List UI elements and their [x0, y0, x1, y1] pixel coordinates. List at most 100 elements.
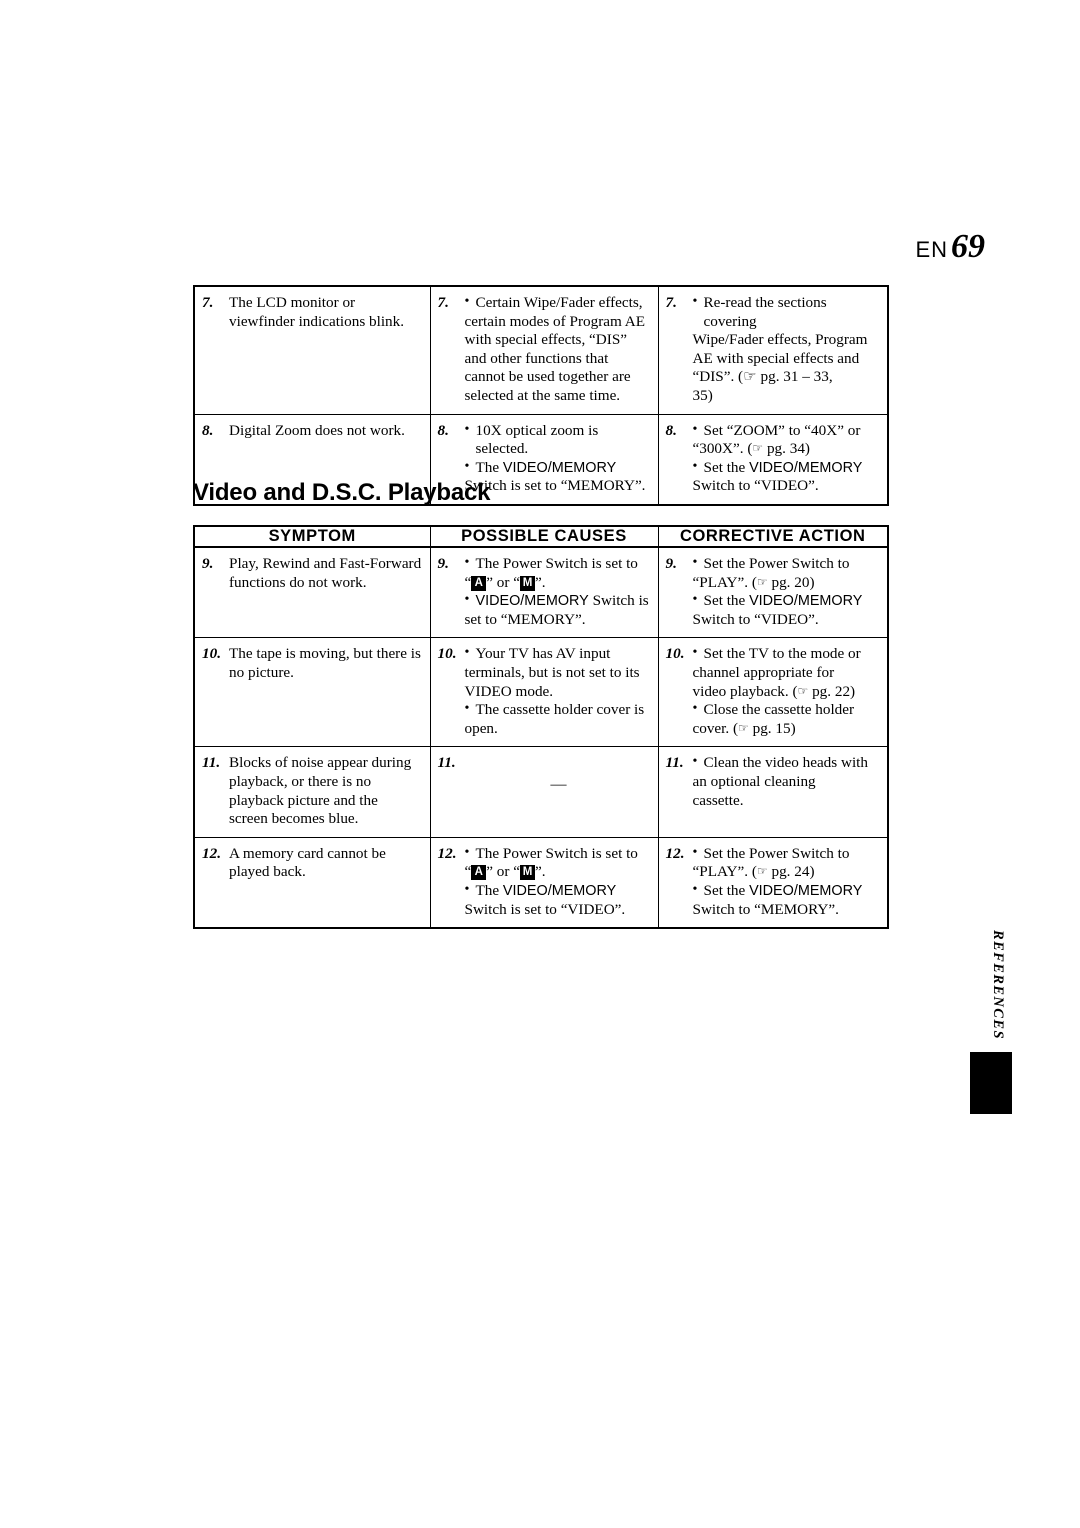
symptom-line: screen becomes blue. — [229, 810, 359, 828]
cause-line: Switch is set to “MEMORY”. — [464, 477, 646, 495]
table-row: 12. A memory card cannot be played back.… — [194, 836, 888, 929]
page-ref-icon: ☞ — [756, 864, 768, 879]
action-line: “300X”. (☞ pg. 34) — [692, 440, 810, 458]
row-number: 10. — [665, 645, 685, 663]
action-line: Switch to “VIDEO”. — [692, 477, 819, 495]
section-title: Video and D.S.C. Playback — [193, 479, 491, 506]
manual-page: EN69 7. The LCD monitor or viewfinder in… — [0, 0, 1080, 1528]
action-line: Set the VIDEO/MEMORY — [693, 458, 883, 478]
table-row: 10. The tape is moving, but there is no … — [194, 637, 888, 748]
action-line: “PLAY”. (☞ pg. 20) — [692, 573, 815, 591]
cause-line: “A” or “M”. — [464, 863, 546, 881]
row-number: 9. — [665, 555, 677, 572]
action-line: Set “ZOOM” to “40X” or — [693, 421, 883, 441]
action-line: Re-read the sections covering — [693, 293, 883, 331]
row-number: 8. — [665, 421, 677, 439]
cause-cell: 7. Certain Wipe/Fader effects, certain m… — [429, 285, 659, 415]
cause-line: terminals, but is not set to its — [464, 663, 640, 681]
action-line: video playback. (☞ pg. 22) — [692, 682, 856, 700]
cause-line: The Power Switch is set to — [465, 844, 653, 864]
cause-line: set to “MEMORY”. — [464, 610, 586, 628]
action-cell: 9. Set the Power Switch to “PLAY”. (☞ pg… — [657, 546, 888, 639]
auto-mode-icon: A — [471, 575, 487, 591]
cause-line: The VIDEO/MEMORY — [465, 458, 653, 478]
page-ref-icon: ☞ — [752, 441, 764, 456]
row-number: 12. — [437, 844, 457, 862]
row-number: 7. — [665, 294, 677, 311]
cause-line: VIDEO mode. — [464, 682, 554, 700]
action-line: Set the VIDEO/MEMORY — [693, 591, 883, 611]
column-header-causes: POSSIBLE CAUSES — [429, 525, 659, 548]
cause-line: The Power Switch is set to — [465, 554, 653, 574]
action-line: cover. (☞ pg. 15) — [692, 719, 796, 737]
action-line: 35) — [692, 386, 713, 404]
symptom-line: Play, Rewind and Fast-Forward — [229, 555, 422, 572]
symptom-line: Digital Zoom does not work. — [229, 421, 405, 439]
action-line: Wipe/Fader effects, Program — [692, 331, 868, 349]
table-row: 11. Blocks of noise appear during playba… — [194, 746, 888, 838]
symptom-line: The tape is moving, but there is — [229, 645, 421, 663]
page-ref-icon: ☞ — [756, 574, 768, 589]
cause-line: The VIDEO/MEMORY — [465, 881, 653, 901]
symptom-cell: 11. Blocks of noise appear during playba… — [194, 746, 431, 838]
action-line: Set the Power Switch to — [693, 554, 883, 574]
cause-line: selected at the same time. — [464, 386, 621, 404]
page-header: EN69 — [915, 228, 985, 266]
cause-line: open. — [464, 719, 498, 737]
row-number: 11. — [202, 754, 221, 772]
action-cell: 7. Re-read the sections covering Wipe/Fa… — [657, 285, 888, 415]
action-line: Switch to “MEMORY”. — [692, 900, 839, 918]
row-number: 8. — [202, 421, 214, 439]
symptom-line: playback, or there is no — [229, 772, 372, 790]
symptom-cell: 10. The tape is moving, but there is no … — [194, 637, 431, 748]
row-number: 11. — [437, 754, 456, 772]
troubleshooting-table-main: SYMPTOM POSSIBLE CAUSES CORRECTIVE ACTIO… — [193, 525, 889, 930]
cause-line: Certain Wipe/Fader effects, — [465, 293, 653, 313]
row-number: 10. — [202, 645, 221, 663]
row-number: 7. — [437, 294, 449, 311]
symptom-line: A memory card cannot be — [229, 844, 386, 862]
cause-line: The cassette holder cover is — [465, 700, 653, 720]
cause-line: certain modes of Program AE — [464, 312, 646, 330]
column-header-symptom: SYMPTOM — [194, 525, 431, 548]
action-line: “DIS”. (☞ pg. 31 – 33, — [692, 368, 833, 386]
action-line: Set the VIDEO/MEMORY — [693, 881, 883, 901]
action-line: Set the TV to the mode or — [693, 644, 883, 664]
action-line: AE with special effects and — [692, 349, 860, 367]
action-cell: 12. Set the Power Switch to “PLAY”. (☞ p… — [657, 836, 888, 929]
page-header-en: EN — [915, 237, 948, 262]
row-number: 11. — [665, 754, 684, 772]
table-header-row: SYMPTOM POSSIBLE CAUSES CORRECTIVE ACTIO… — [194, 525, 888, 548]
troubleshooting-table-top: 7. The LCD monitor or viewfinder indicat… — [193, 285, 889, 506]
row-number: 12. — [202, 844, 221, 862]
column-header-action: CORRECTIVE ACTION — [657, 525, 888, 548]
cause-line: Switch is set to “VIDEO”. — [464, 900, 626, 918]
side-tab-marker — [970, 1052, 1012, 1114]
row-number: 10. — [437, 645, 457, 663]
cause-line: with special effects, “DIS” — [464, 331, 628, 349]
symptom-line: playback picture and the — [229, 791, 378, 809]
row-number: 12. — [665, 844, 685, 862]
symptom-cell: 12. A memory card cannot be played back. — [194, 836, 431, 929]
symptom-line: The LCD monitor or — [229, 294, 356, 311]
cause-cell: 12. The Power Switch is set to “A” or “M… — [429, 836, 659, 929]
action-line: Clean the video heads with — [693, 753, 883, 773]
cause-cell: 11. — — [429, 746, 659, 838]
symptom-cell: 9. Play, Rewind and Fast-Forward functio… — [194, 546, 431, 639]
cause-line: Your TV has AV input — [465, 644, 653, 664]
cause-line: VIDEO/MEMORY Switch is — [465, 591, 653, 611]
action-line: an optional cleaning — [692, 772, 816, 790]
page-number: 69 — [951, 228, 985, 265]
action-line: Set the Power Switch to — [693, 844, 883, 864]
cause-cell: 10. Your TV has AV input terminals, but … — [429, 637, 659, 748]
side-tab-label: REFERENCES — [990, 930, 1006, 1040]
cause-line: 10X optical zoom is selected. — [465, 421, 653, 459]
action-line: cassette. — [692, 791, 744, 809]
manual-mode-icon: M — [519, 865, 535, 881]
page-ref-icon: ☞ — [797, 683, 809, 698]
cause-line: “A” or “M”. — [464, 573, 546, 591]
cause-line: and other functions that — [464, 349, 609, 367]
action-line: “PLAY”. (☞ pg. 24) — [692, 863, 815, 881]
table-row: 9. Play, Rewind and Fast-Forward functio… — [194, 546, 888, 639]
action-cell: 10. Set the TV to the mode or channel ap… — [657, 637, 888, 748]
